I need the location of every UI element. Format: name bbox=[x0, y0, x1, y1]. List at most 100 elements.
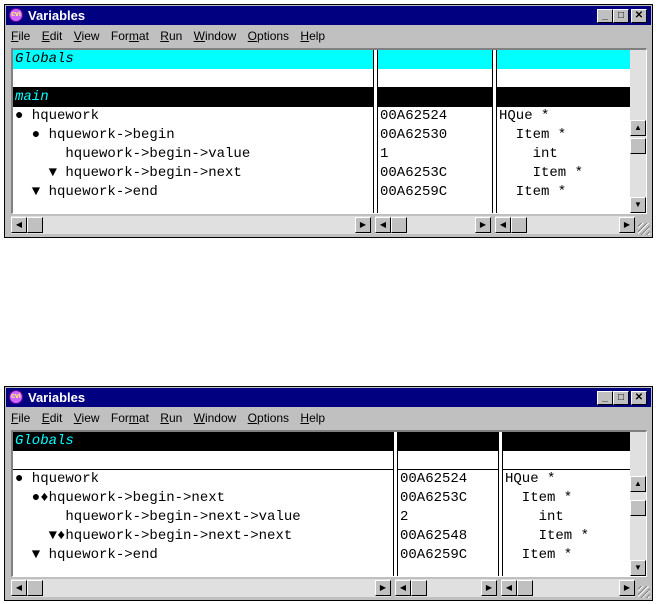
menu-format[interactable]: Format bbox=[107, 26, 153, 46]
scroll-up-arrow-icon[interactable]: ▲ bbox=[630, 120, 646, 136]
vertical-scrollbar[interactable]: ▲ ▼ bbox=[630, 50, 646, 213]
menu-file[interactable]: File bbox=[6, 408, 34, 428]
variable-row-cell[interactable]: ● hquework bbox=[13, 470, 393, 489]
variable-row-cell[interactable]: HQue * bbox=[503, 470, 635, 489]
maximize-button[interactable]: □ bbox=[613, 9, 629, 23]
scroll-down-arrow-icon[interactable]: ▼ bbox=[630, 560, 646, 576]
name-hscrollbar[interactable]: ◀ ▶ bbox=[11, 216, 371, 234]
scroll-right-arrow-icon[interactable]: ▶ bbox=[619, 580, 635, 596]
name-hscrollbar[interactable]: ◀ ▶ bbox=[11, 579, 391, 597]
variable-row-cell[interactable]: Item * bbox=[503, 489, 635, 508]
scroll-down-arrow-icon[interactable]: ▼ bbox=[630, 197, 646, 213]
scroll-right-arrow-icon[interactable]: ▶ bbox=[481, 580, 497, 596]
menu-edit[interactable]: Edit bbox=[38, 26, 67, 46]
menu-run[interactable]: Run bbox=[156, 408, 186, 428]
menu-options[interactable]: Options bbox=[244, 26, 293, 46]
variable-row-cell[interactable]: 2 bbox=[398, 508, 498, 527]
minimize-button[interactable]: _ bbox=[597, 391, 613, 405]
scroll-thumb[interactable] bbox=[27, 580, 43, 596]
scroll-left-arrow-icon[interactable]: ◀ bbox=[11, 217, 27, 233]
menu-options[interactable]: Options bbox=[244, 408, 293, 428]
section-header-row bbox=[497, 50, 635, 69]
scroll-thumb[interactable] bbox=[391, 217, 407, 233]
menu-bar: File Edit View Format Run Window Options… bbox=[6, 26, 651, 46]
variable-row-cell[interactable]: 00A62524 bbox=[398, 470, 498, 489]
variable-row-cell[interactable]: Item * bbox=[497, 183, 635, 202]
close-button[interactable]: ✕ bbox=[631, 9, 647, 23]
variable-row-cell[interactable]: ▼♦hquework->begin->next->next bbox=[13, 527, 393, 546]
menu-help[interactable]: Help bbox=[296, 408, 329, 428]
maximize-button[interactable]: □ bbox=[613, 391, 629, 405]
variable-row-cell[interactable]: 00A62530 bbox=[378, 126, 492, 145]
variable-row-cell[interactable]: HQue * bbox=[497, 107, 635, 126]
variable-row-cell[interactable]: 00A6259C bbox=[378, 183, 492, 202]
variable-row-cell[interactable]: int bbox=[497, 145, 635, 164]
variable-row-cell[interactable]: hquework->begin->next->value bbox=[13, 508, 393, 527]
variable-row-cell[interactable]: 00A62524 bbox=[378, 107, 492, 126]
vertical-scrollbar[interactable]: ▲ ▼ bbox=[630, 432, 646, 576]
scroll-left-arrow-icon[interactable]: ◀ bbox=[395, 580, 411, 596]
variable-row-cell[interactable]: Item * bbox=[497, 126, 635, 145]
scroll-thumb[interactable] bbox=[411, 580, 427, 596]
variable-row-cell[interactable]: ● hquework->begin bbox=[13, 126, 373, 145]
variable-row-cell[interactable]: 00A6253C bbox=[378, 164, 492, 183]
menu-run[interactable]: Run bbox=[156, 26, 186, 46]
scroll-thumb[interactable] bbox=[511, 217, 527, 233]
variable-row-cell[interactable]: 1 bbox=[378, 145, 492, 164]
scroll-left-arrow-icon[interactable]: ◀ bbox=[375, 217, 391, 233]
variable-row-cell[interactable]: Item * bbox=[503, 527, 635, 546]
title-bar[interactable]: cvi Variables _ □ ✕ bbox=[6, 388, 651, 407]
section-header-row: Globals bbox=[13, 50, 373, 69]
section-header-row: main bbox=[13, 88, 373, 107]
resize-grip-icon[interactable] bbox=[638, 223, 650, 235]
menu-format[interactable]: Format bbox=[107, 408, 153, 428]
scroll-right-arrow-icon[interactable]: ▶ bbox=[475, 217, 491, 233]
variable-row-cell[interactable]: ▼ hquework->begin->next bbox=[13, 164, 373, 183]
menu-edit[interactable]: Edit bbox=[38, 408, 67, 428]
variable-row-cell[interactable]: hquework->begin->value bbox=[13, 145, 373, 164]
address-hscrollbar[interactable]: ◀ ▶ bbox=[375, 216, 491, 234]
scroll-thumb[interactable] bbox=[27, 217, 43, 233]
scroll-right-arrow-icon[interactable]: ▶ bbox=[375, 580, 391, 596]
blank-row bbox=[398, 451, 498, 470]
menu-bar: File Edit View Format Run Window Options… bbox=[6, 408, 651, 428]
title-bar[interactable]: cvi Variables _ □ ✕ bbox=[6, 6, 651, 25]
type-hscrollbar[interactable]: ◀ ▶ bbox=[495, 216, 635, 234]
scroll-thumb[interactable] bbox=[630, 138, 646, 154]
menu-window[interactable]: Window bbox=[190, 408, 241, 428]
scroll-thumb[interactable] bbox=[630, 500, 646, 516]
variable-row-cell[interactable]: 00A6253C bbox=[398, 489, 498, 508]
menu-window[interactable]: Window bbox=[190, 26, 241, 46]
scroll-thumb[interactable] bbox=[517, 580, 533, 596]
scroll-left-arrow-icon[interactable]: ◀ bbox=[11, 580, 27, 596]
menu-view[interactable]: View bbox=[70, 26, 104, 46]
scroll-right-arrow-icon[interactable]: ▶ bbox=[355, 217, 371, 233]
menu-help[interactable]: Help bbox=[296, 26, 329, 46]
scroll-right-arrow-icon[interactable]: ▶ bbox=[619, 217, 635, 233]
cvi-app-icon[interactable]: cvi bbox=[9, 8, 23, 22]
address-hscrollbar[interactable]: ◀ ▶ bbox=[395, 579, 497, 597]
menu-file[interactable]: File bbox=[6, 26, 34, 46]
variable-row-cell[interactable]: ● hquework bbox=[13, 107, 373, 126]
variable-row-cell[interactable]: int bbox=[503, 508, 635, 527]
cvi-app-icon[interactable]: cvi bbox=[9, 390, 23, 404]
scroll-left-arrow-icon[interactable]: ◀ bbox=[501, 580, 517, 596]
minimize-button[interactable]: _ bbox=[597, 9, 613, 23]
resize-grip-icon[interactable] bbox=[638, 586, 650, 598]
variable-row-cell[interactable]: ▼ hquework->end bbox=[13, 546, 393, 565]
variable-row-cell[interactable]: Item * bbox=[503, 546, 635, 565]
variable-row-cell[interactable]: 00A6259C bbox=[398, 546, 498, 565]
menu-view[interactable]: View bbox=[70, 408, 104, 428]
type-hscrollbar[interactable]: ◀ ▶ bbox=[501, 579, 635, 597]
variable-row-cell[interactable]: 00A62548 bbox=[398, 527, 498, 546]
scroll-left-arrow-icon[interactable]: ◀ bbox=[495, 217, 511, 233]
blank-row bbox=[13, 451, 393, 470]
variable-row-cell[interactable]: ●♦hquework->begin->next bbox=[13, 489, 393, 508]
scroll-up-arrow-icon[interactable]: ▲ bbox=[630, 476, 646, 492]
section-header-row bbox=[378, 88, 492, 107]
variable-row-cell[interactable]: ▼ hquework->end bbox=[13, 183, 373, 202]
close-button[interactable]: ✕ bbox=[631, 391, 647, 405]
variable-row-cell[interactable]: Item * bbox=[497, 164, 635, 183]
section-header-row bbox=[503, 432, 635, 451]
section-header-row: Globals bbox=[13, 432, 393, 451]
